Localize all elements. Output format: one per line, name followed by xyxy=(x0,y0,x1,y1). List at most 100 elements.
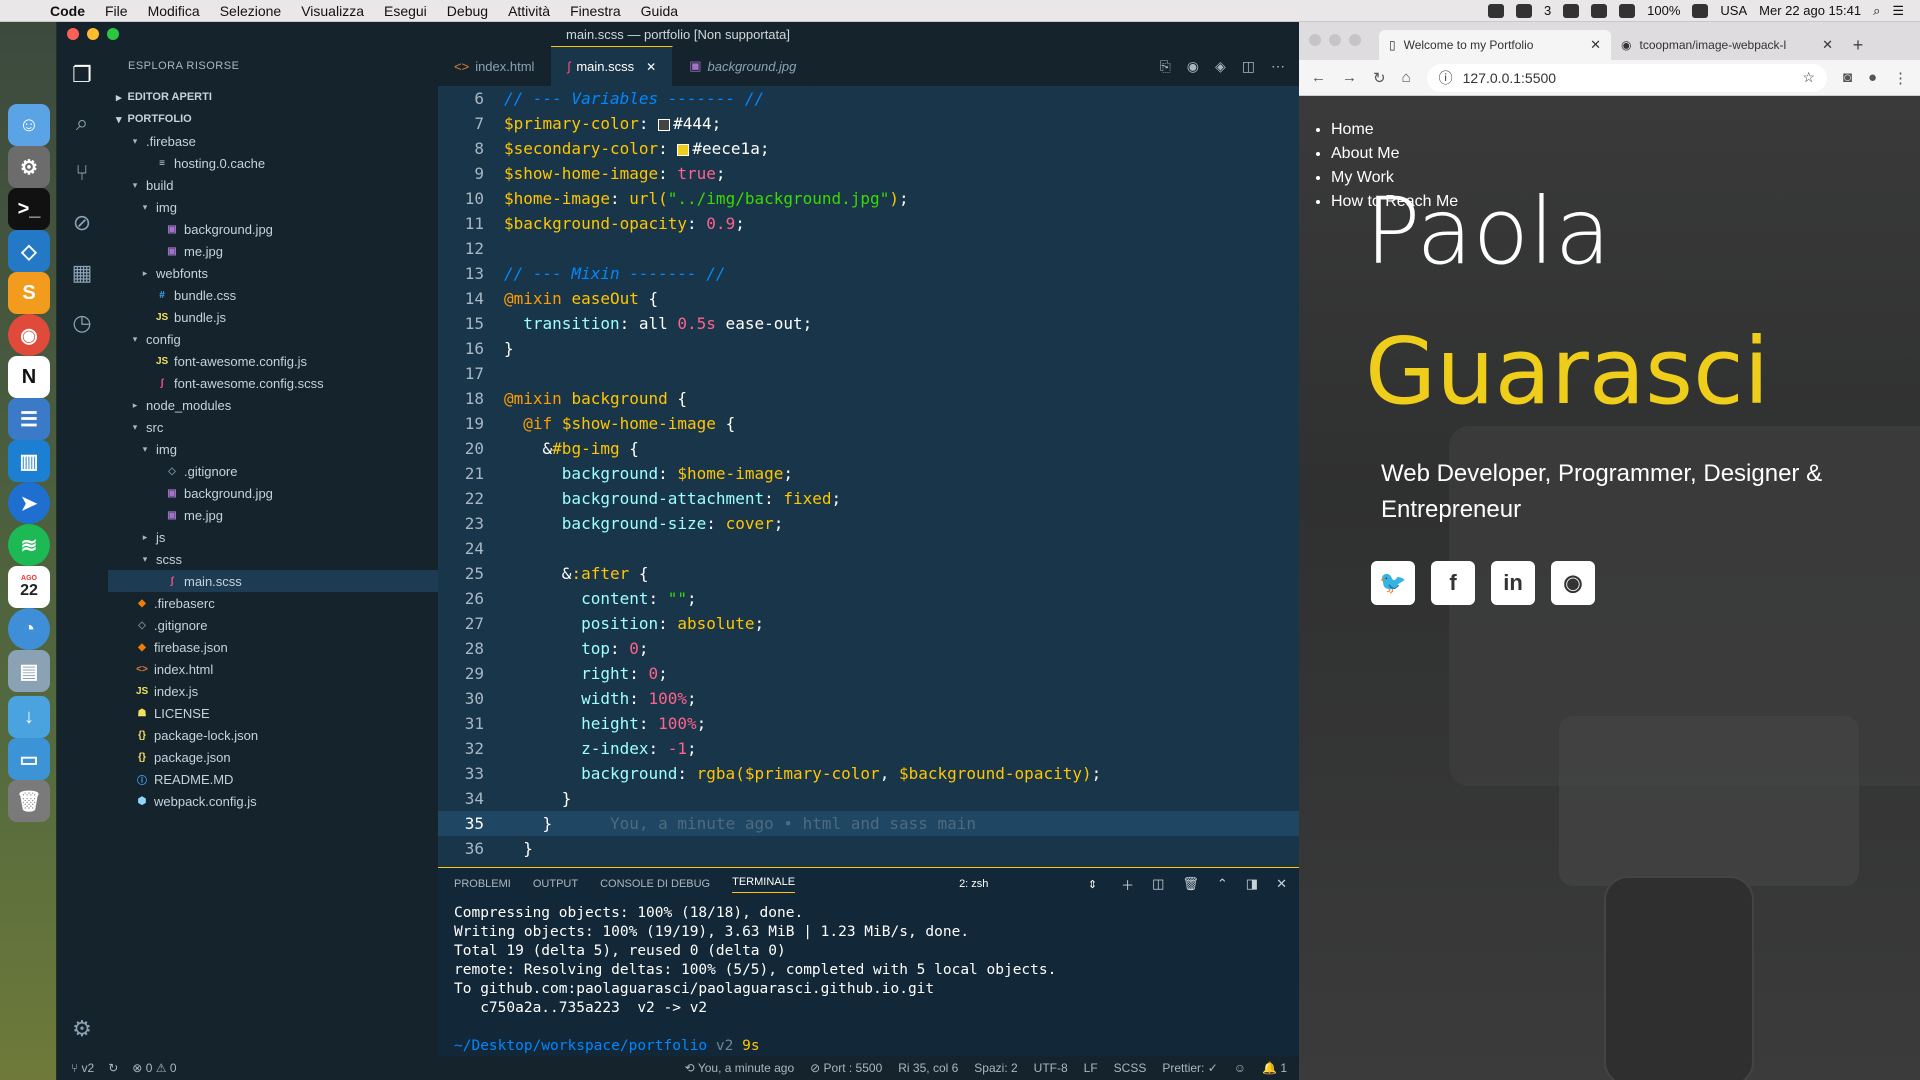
address-bar[interactable]: ⓘ 127.0.0.1:5500 ☆ xyxy=(1426,63,1827,92)
cloud-icon[interactable] xyxy=(1487,3,1504,18)
chrome-icon[interactable]: ◉ xyxy=(8,314,50,356)
code-line[interactable]: 32 z-index: -1; xyxy=(438,736,1299,761)
code-line[interactable]: 14 @mixin easeOut { xyxy=(438,286,1299,311)
menu-run[interactable]: Esegui xyxy=(374,3,437,19)
settings-gear-icon[interactable]: ⚙ xyxy=(67,1014,97,1044)
tree-file[interactable]: ◇ .gitignore xyxy=(108,614,438,636)
code-line[interactable]: 29 right: 0; xyxy=(438,661,1299,686)
terminal-select[interactable]: 2: zsh ⇕ xyxy=(953,875,1103,893)
code-line[interactable]: 13 // --- Mixin ------- // xyxy=(438,261,1299,286)
problems-status[interactable]: ⊗ 0 ⚠ 0 xyxy=(132,1061,176,1075)
menu-app-name[interactable]: Code xyxy=(40,3,95,19)
tree-file[interactable]: JS bundle.js xyxy=(108,306,438,328)
back-icon[interactable]: ← xyxy=(1311,69,1326,86)
wifi-icon[interactable] xyxy=(1591,3,1608,18)
tree-file[interactable]: ⓘ README.MD xyxy=(108,768,438,790)
language-mode[interactable]: SCSS xyxy=(1114,1061,1147,1075)
nav-about[interactable]: About Me xyxy=(1331,142,1458,166)
code-line[interactable]: 33 background: rgba($primary-color, $bac… xyxy=(438,761,1299,786)
indentation[interactable]: Spazi: 2 xyxy=(974,1061,1017,1075)
end-of-line[interactable]: LF xyxy=(1084,1061,1098,1075)
close-tab-icon[interactable]: ✕ xyxy=(646,60,656,74)
tree-file[interactable]: {} package-lock.json xyxy=(108,724,438,746)
code-line[interactable]: 28 top: 0; xyxy=(438,636,1299,661)
git-lens-icon[interactable]: ◈ xyxy=(1215,58,1226,75)
code-line[interactable]: 22 background-attachment: fixed; xyxy=(438,486,1299,511)
tree-folder[interactable]: ▾ img xyxy=(108,438,438,460)
explorer-icon[interactable]: ❐ xyxy=(67,60,97,90)
tree-file[interactable]: # bundle.css xyxy=(108,284,438,306)
code-line[interactable]: 16} xyxy=(438,336,1299,361)
tree-file[interactable]: ʃ font-awesome.config.scss xyxy=(108,372,438,394)
info-icon[interactable]: ⓘ xyxy=(1439,68,1453,88)
tree-file[interactable]: ☗ LICENSE xyxy=(108,702,438,724)
tree-file[interactable]: ◆ .firebaserc xyxy=(108,592,438,614)
close-tab-icon[interactable]: ✕ xyxy=(1822,37,1833,53)
code-line[interactable]: 31 height: 100%; xyxy=(438,711,1299,736)
debug-icon[interactable]: ⊘ xyxy=(67,208,97,238)
code-line[interactable]: 24 xyxy=(438,536,1299,561)
new-tab-button[interactable]: + xyxy=(1843,30,1873,60)
twitter-icon[interactable]: 🐦 xyxy=(1371,561,1415,605)
split-terminal-icon[interactable]: ◫ xyxy=(1152,876,1164,892)
tree-folder[interactable]: ▾ .firebase xyxy=(108,130,438,152)
tree-file[interactable]: ▣ background.jpg xyxy=(108,218,438,240)
trash-icon[interactable]: 🗑 xyxy=(1182,876,1199,892)
facebook-icon[interactable]: f xyxy=(1431,561,1475,605)
close-window-button[interactable] xyxy=(67,28,79,40)
volume-icon[interactable] xyxy=(1619,3,1636,18)
tree-file[interactable]: ◇ .gitignore xyxy=(108,460,438,482)
clock[interactable]: Mer 22 ago 15:41 xyxy=(1759,3,1861,18)
flag-icon[interactable] xyxy=(1692,3,1709,18)
tree-folder[interactable]: ▾ build xyxy=(108,174,438,196)
tree-folder[interactable]: ▾ scss xyxy=(108,548,438,570)
zoom-window-button[interactable] xyxy=(1349,34,1361,46)
live-server-status[interactable]: ⊘ Port : 5500 xyxy=(810,1061,882,1075)
menu-activity[interactable]: Attività xyxy=(498,3,560,19)
spotlight-icon[interactable]: ⌕ xyxy=(1873,3,1880,19)
spotify-icon[interactable]: ≋ xyxy=(8,524,50,566)
editor-tab[interactable]: <> index.html xyxy=(438,46,552,86)
menu-help[interactable]: Guida xyxy=(631,3,688,19)
prettier-status[interactable]: Prettier: ✓ xyxy=(1162,1061,1217,1075)
menu-edit[interactable]: Modifica xyxy=(138,3,210,19)
menu-view[interactable]: Visualizza xyxy=(291,3,374,19)
menu-file[interactable]: File xyxy=(95,3,138,19)
sync-icon[interactable]: ↻ xyxy=(108,1061,118,1075)
code-line[interactable]: 34 } xyxy=(438,786,1299,811)
dropbox-icon[interactable] xyxy=(1515,3,1532,18)
battery-percent[interactable]: 100% xyxy=(1647,3,1680,18)
new-terminal-icon[interactable]: ＋ xyxy=(1121,875,1134,894)
tasks-icon[interactable]: ☰ xyxy=(8,398,50,440)
maximize-panel-icon[interactable]: ⌃ xyxy=(1217,876,1228,892)
code-line[interactable]: 26 content: ""; xyxy=(438,586,1299,611)
feedback-smiley-icon[interactable]: ☺ xyxy=(1234,1061,1246,1075)
close-tab-icon[interactable]: ✕ xyxy=(1590,37,1601,53)
code-line[interactable]: 18 @mixin background { xyxy=(438,386,1299,411)
terminal-output[interactable]: Compressing objects: 100% (18/18), done.… xyxy=(438,900,1299,1079)
spark-icon[interactable]: ➤ xyxy=(8,482,50,524)
notion-icon[interactable]: N xyxy=(8,356,50,398)
menu-selection[interactable]: Selezione xyxy=(210,3,292,19)
extensions-icon[interactable]: ▦ xyxy=(67,258,97,288)
calendar-icon[interactable]: AGO 22 xyxy=(8,566,50,608)
code-line[interactable]: 23 background-size: cover; xyxy=(438,511,1299,536)
editor-tab[interactable]: ʃ main.scss ✕ xyxy=(551,46,674,86)
tweetbot-icon[interactable]: ◔ xyxy=(8,608,50,650)
tree-file[interactable]: {} package.json xyxy=(108,746,438,768)
code-line[interactable]: 12 xyxy=(438,236,1299,261)
code-line[interactable]: 8 $secondary-color: #eece1a; xyxy=(438,136,1299,161)
source-control-icon[interactable]: ⑂ xyxy=(67,158,97,188)
menu-window[interactable]: Finestra xyxy=(560,3,631,19)
blame-status[interactable]: ⟲ You, a minute ago xyxy=(685,1061,794,1075)
code-line[interactable]: 17 xyxy=(438,361,1299,386)
code-line[interactable]: 15 transition: all 0.5s ease-out; xyxy=(438,311,1299,336)
preview-icon[interactable]: ▤ xyxy=(8,650,50,692)
tree-file[interactable]: ▣ me.jpg xyxy=(108,504,438,526)
chrome-tab-portfolio[interactable]: ▯ Welcome to my Portfolio ✕ xyxy=(1379,30,1611,60)
tree-file[interactable]: ▣ background.jpg xyxy=(108,482,438,504)
bookmark-star-icon[interactable]: ☆ xyxy=(1802,69,1815,86)
reload-icon[interactable]: ↻ xyxy=(1373,69,1386,87)
pocket-icon[interactable]: ◙ xyxy=(1843,69,1852,86)
trello-icon[interactable]: ▥ xyxy=(8,440,50,482)
